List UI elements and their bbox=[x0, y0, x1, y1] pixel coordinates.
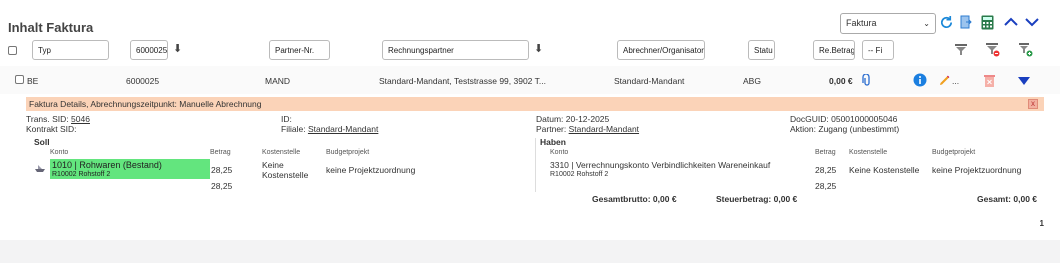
cell-number: 6000025 bbox=[126, 76, 160, 86]
haben-konto-sub: R10002 Rohstoff 2 bbox=[550, 171, 609, 178]
cell-status: ABG bbox=[743, 76, 761, 86]
total-steuer: Steuerbetrag: 0,00 € bbox=[716, 194, 798, 204]
haben-col-budget: Budgetprojekt bbox=[932, 149, 976, 156]
filter-rechnungspartner[interactable]: Rechnungspartner bbox=[382, 40, 529, 60]
trans-sid-label: Trans. SID: bbox=[26, 114, 69, 124]
filter-status[interactable]: Statu bbox=[748, 40, 775, 60]
details-header-text: Faktura Details, Abrechnungszeitpunkt: M… bbox=[29, 99, 262, 109]
soll-konto: 1010 | Rohwaren (Bestand) bbox=[52, 160, 162, 170]
chevron-down-icon: ⌄ bbox=[923, 18, 930, 28]
select-all-checkbox[interactable] bbox=[8, 46, 17, 55]
kontrakt-sid-label: Kontrakt SID: bbox=[26, 124, 77, 134]
partner: Partner: Standard-Mandant bbox=[536, 124, 639, 134]
export-icon[interactable] bbox=[958, 14, 974, 30]
info-icon[interactable] bbox=[912, 72, 928, 88]
page-number[interactable]: 1 bbox=[1040, 219, 1044, 228]
filiale-label: Filiale: bbox=[281, 124, 306, 134]
soll-budget: keine Projektzuordnung bbox=[326, 165, 416, 175]
trans-sid: Trans. SID: 5046 bbox=[26, 114, 90, 124]
soll-col-betrag: Betrag bbox=[210, 149, 231, 156]
soll-col-budget: Budgetprojekt bbox=[326, 149, 370, 156]
divider bbox=[535, 138, 536, 192]
soll-kostenstelle-2: Kostenstelle bbox=[262, 170, 309, 180]
cell-typ: BE bbox=[27, 76, 39, 86]
close-icon[interactable]: x bbox=[1028, 99, 1038, 109]
id-label: ID: bbox=[281, 114, 292, 124]
docguid: DocGUID: 05001000005046 bbox=[790, 114, 897, 124]
haben-betrag-2: 28,25 bbox=[815, 181, 837, 191]
partner-link[interactable]: Standard-Mandant bbox=[569, 124, 639, 134]
faktura-select[interactable]: Faktura ⌄ bbox=[840, 12, 936, 34]
docguid-value: 05001000005046 bbox=[831, 114, 898, 124]
chevron-down-icon[interactable] bbox=[1024, 14, 1040, 30]
soll-konto-sub: R10002 Rohstoff 2 bbox=[52, 171, 111, 178]
haben-kostenstelle: Keine Kostenstelle bbox=[849, 165, 920, 175]
filter-add-icon[interactable] bbox=[1018, 42, 1034, 58]
toolbar: Faktura ⌄ bbox=[840, 12, 936, 34]
total-brutto: Gesamtbrutto: 0,00 € bbox=[592, 194, 677, 204]
datum-label: Datum: bbox=[536, 114, 564, 124]
attachment-icon[interactable] bbox=[859, 72, 875, 88]
partner-label: Partner: bbox=[536, 124, 567, 134]
sort-arrow-icon[interactable]: ⬇ bbox=[173, 42, 182, 55]
faktura-panel: Inhalt Faktura Faktura ⌄ Typ 6000025 ⬇ P… bbox=[0, 0, 1060, 240]
page-title: Inhalt Faktura bbox=[8, 20, 94, 35]
cell-betrag: 0,00 € bbox=[829, 76, 853, 86]
aktion-label: Aktion: bbox=[790, 124, 816, 134]
faktura-select-value: Faktura bbox=[846, 18, 877, 28]
filiale: Filiale: Standard-Mandant bbox=[281, 124, 378, 134]
cell-rechnungspartner: Standard-Mandant, Teststrasse 99, 3902 T… bbox=[379, 76, 546, 86]
filter-dropdown[interactable]: -- Fi bbox=[862, 40, 894, 60]
row-checkbox[interactable] bbox=[15, 75, 24, 84]
datum-value: 20-12-2025 bbox=[565, 114, 610, 124]
trans-sid-link[interactable]: 5046 bbox=[71, 114, 90, 124]
soll-betrag-1: 28,25 bbox=[211, 165, 233, 175]
details-header: Faktura Details, Abrechnungszeitpunkt: M… bbox=[26, 97, 1044, 111]
refresh-icon[interactable] bbox=[938, 14, 954, 30]
soll-col-kostenstelle: Kostenstelle bbox=[262, 149, 301, 156]
soll-col-konto: Konto bbox=[50, 149, 69, 156]
aktion-value: Zugang (unbestimmt) bbox=[818, 124, 900, 134]
more-actions[interactable]: ... bbox=[952, 76, 959, 86]
haben-col-kostenstelle: Kostenstelle bbox=[849, 149, 888, 156]
filter-row: Typ 6000025 ⬇ Partner-Nr. Rechnungspartn… bbox=[0, 40, 1060, 62]
edit-pencil-icon[interactable] bbox=[937, 72, 953, 88]
datum: Datum: 20-12-2025 bbox=[536, 114, 609, 124]
sort-arrow-icon[interactable]: ⬇ bbox=[534, 42, 543, 55]
soll-kostenstelle-1: Keine bbox=[262, 160, 284, 170]
calculator-icon[interactable] bbox=[979, 14, 995, 30]
haben-betrag-1: 28,25 bbox=[815, 165, 837, 175]
filiale-link[interactable]: Standard-Mandant bbox=[308, 124, 378, 134]
soll-konto-highlight[interactable]: 1010 | Rohwaren (Bestand) R10002 Rohstof… bbox=[50, 159, 210, 179]
docguid-label: DocGUID: bbox=[790, 114, 829, 124]
filter-icon[interactable] bbox=[953, 42, 969, 58]
haben-col-betrag: Betrag bbox=[815, 149, 836, 156]
filter-re-betrag[interactable]: Re.Betrag bbox=[813, 40, 855, 60]
filter-partner-nr[interactable]: Partner-Nr. bbox=[269, 40, 330, 60]
total-gesamt: Gesamt: 0,00 € bbox=[977, 194, 1038, 204]
soll-title: Soll bbox=[34, 137, 50, 147]
haben-konto[interactable]: 3310 | Verrechnungskonto Verbindlichkeit… bbox=[550, 160, 770, 170]
expand-caret-icon[interactable] bbox=[1016, 73, 1032, 89]
soll-betrag-2: 28,25 bbox=[211, 181, 233, 191]
chevron-up-icon[interactable] bbox=[1003, 14, 1019, 30]
cell-partner-nr: MAND bbox=[265, 76, 291, 86]
table-row[interactable]: BE 6000025 MAND Standard-Mandant, Testst… bbox=[0, 66, 1060, 94]
delete-icon[interactable] bbox=[981, 72, 997, 88]
cell-abrechner: Standard-Mandant bbox=[614, 76, 685, 86]
aktion: Aktion: Zugang (unbestimmt) bbox=[790, 124, 899, 134]
filter-number[interactable]: 6000025 bbox=[130, 40, 168, 60]
filter-remove-icon[interactable] bbox=[985, 42, 1001, 58]
haben-budget: keine Projektzuordnung bbox=[932, 165, 1022, 175]
haben-title: Haben bbox=[540, 137, 566, 147]
filter-typ[interactable]: Typ bbox=[32, 40, 109, 60]
filter-abrechner[interactable]: Abrechner/Organisator bbox=[617, 40, 705, 60]
ship-icon bbox=[35, 163, 45, 173]
haben-col-konto: Konto bbox=[550, 149, 569, 156]
